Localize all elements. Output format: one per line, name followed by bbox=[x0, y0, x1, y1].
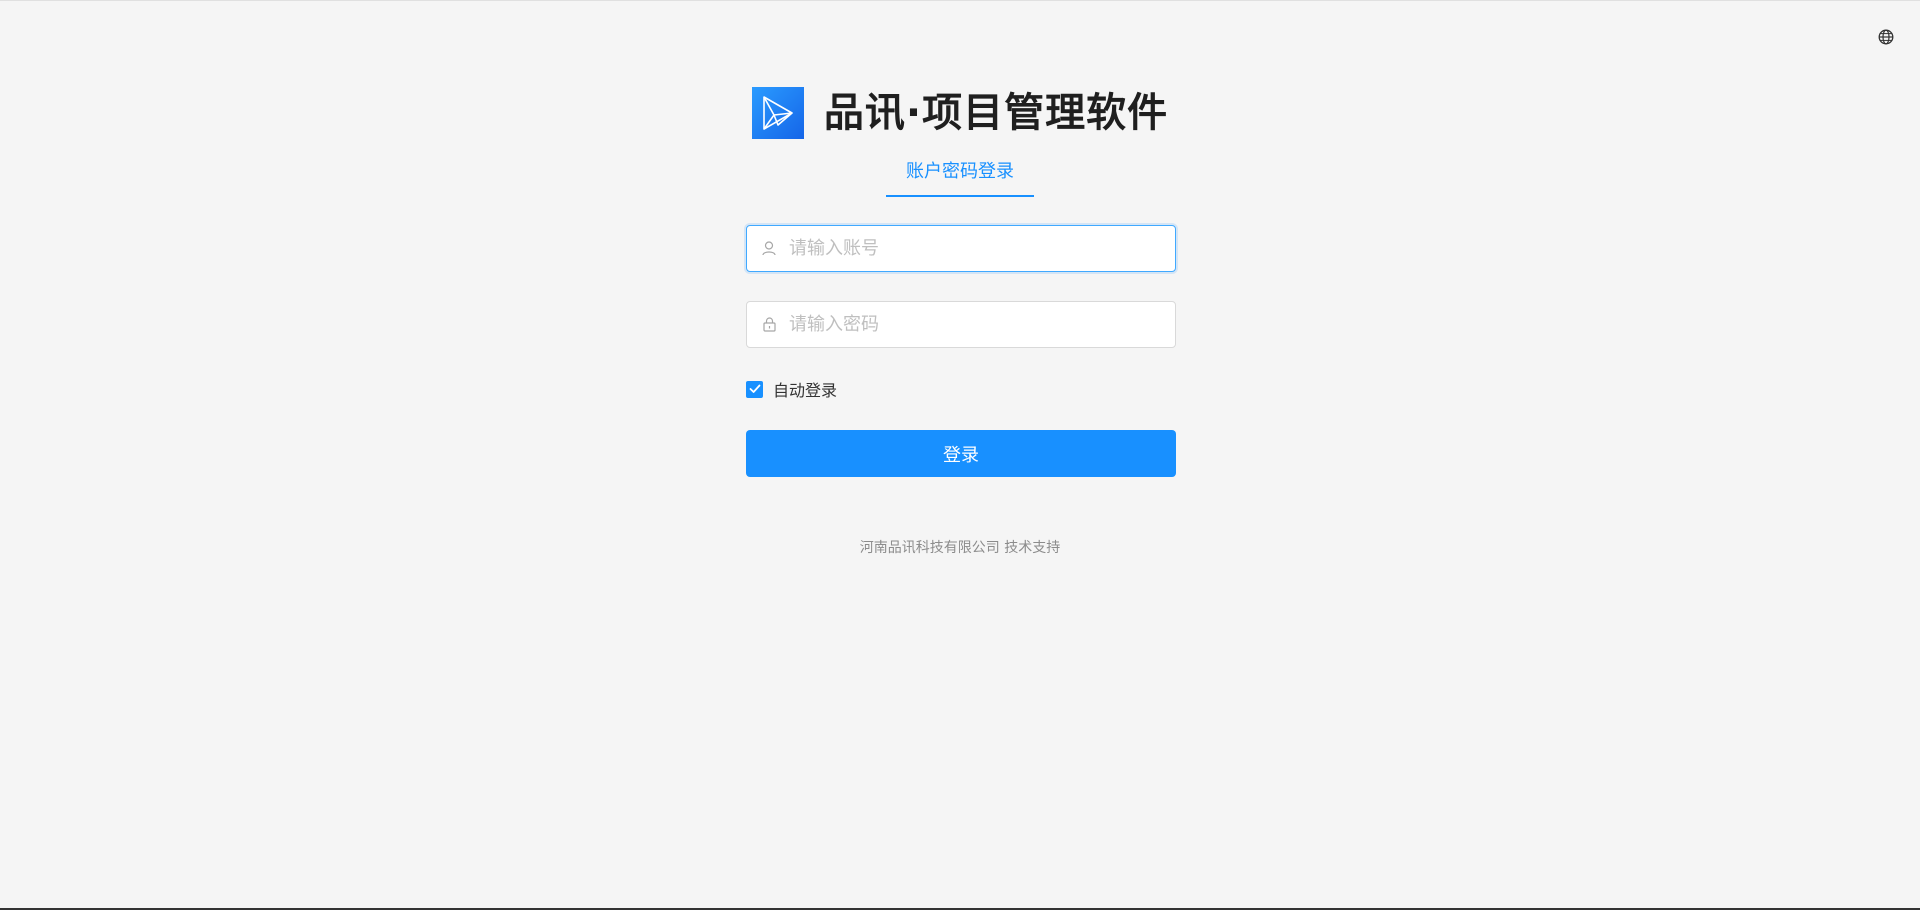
paper-plane-logo-icon bbox=[751, 87, 804, 139]
auto-login-checkbox[interactable]: 自动登录 bbox=[746, 379, 1176, 400]
tab-account-password-login[interactable]: 账户密码登录 bbox=[886, 159, 1034, 197]
auto-login-label: 自动登录 bbox=[773, 381, 838, 400]
lock-icon bbox=[761, 317, 777, 333]
password-field bbox=[746, 301, 1176, 348]
login-button[interactable]: 登录 bbox=[746, 430, 1176, 477]
login-form: 自动登录 登录 bbox=[746, 225, 1176, 477]
footer-support-text: 河南品讯科技有限公司 技术支持 bbox=[859, 540, 1061, 556]
account-field bbox=[746, 225, 1176, 272]
password-input[interactable] bbox=[789, 309, 1161, 340]
login-tabs: 账户密码登录 bbox=[0, 159, 1920, 197]
login-page: 品讯·项目管理软件 账户密码登录 请输入账号 自动登录 登录 河南品讯科技有限公… bbox=[0, 0, 1920, 910]
globe-icon bbox=[1878, 29, 1894, 45]
header: 品讯·项目管理软件 bbox=[0, 87, 1920, 139]
user-icon bbox=[761, 241, 777, 257]
account-input[interactable] bbox=[789, 233, 1161, 264]
language-switch[interactable] bbox=[1876, 27, 1896, 47]
app-title: 品讯·项目管理软件 bbox=[823, 90, 1169, 136]
checkmark-icon[interactable] bbox=[746, 380, 763, 398]
